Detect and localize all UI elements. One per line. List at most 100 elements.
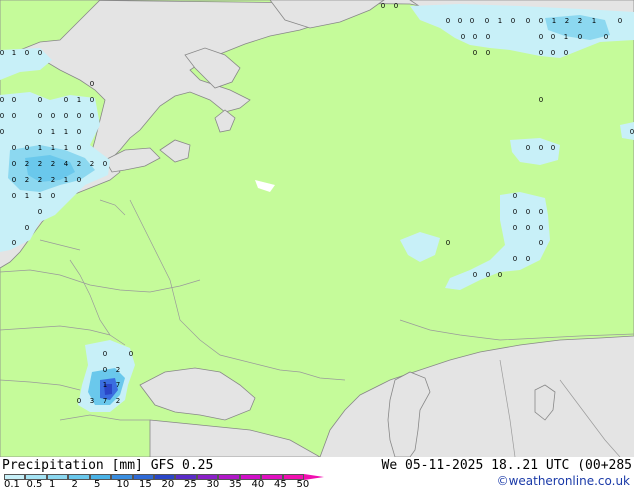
precip-value-label: 0 <box>526 144 530 152</box>
precip-value-label: 2 <box>565 17 569 25</box>
precip-value-label: 0 <box>446 17 450 25</box>
map-title: Precipitation [mm] GFS 0.25 <box>2 458 214 473</box>
credit-link[interactable]: ©weatheronline.co.uk <box>497 474 630 488</box>
precip-value-label: 0 <box>526 208 530 216</box>
precip-value-label: 1 <box>498 17 502 25</box>
precip-value-label: 2 <box>90 160 94 168</box>
legend-tick-label: 10 <box>116 479 130 490</box>
precip-value-label: 2 <box>38 160 42 168</box>
precip-value-label: 0 <box>77 397 81 405</box>
precip-value-label: 0 <box>64 112 68 120</box>
precip-value-label: 0 <box>539 239 543 247</box>
precip-value-label: 1 <box>77 96 81 104</box>
legend-tick-label: 2 <box>71 479 78 490</box>
precip-value-label: 0 <box>539 17 543 25</box>
precip-value-label: 2 <box>116 366 120 374</box>
precip-value-label: 2 <box>25 160 29 168</box>
precip-value-label: 0 <box>630 128 634 136</box>
precip-value-label: 0 <box>25 144 29 152</box>
footer-bar: Precipitation [mm] GFS 0.25 We 05-11-202… <box>0 457 634 490</box>
precip-value-label: 0 <box>38 96 42 104</box>
valid-datetime: We 05-11-2025 18..21 UTC (00+285 <box>381 458 632 473</box>
precip-value-label: 0 <box>103 160 107 168</box>
precip-value-label: 0 <box>38 112 42 120</box>
precip-value-label: 1 <box>552 17 556 25</box>
legend-tick-label: 0.1 <box>4 479 20 490</box>
legend-tick-label: 1 <box>49 479 56 490</box>
precip-value-label: 0 <box>470 17 474 25</box>
precip-value-label: 0 <box>486 271 490 279</box>
precip-value-label: 0 <box>12 144 16 152</box>
precip-value-label: 0 <box>25 224 29 232</box>
legend-tick-label: 35 <box>229 479 242 490</box>
precip-value-label: 0 <box>129 350 133 358</box>
precip-value-label: 0 <box>90 80 94 88</box>
precip-value-label: 0 <box>12 96 16 104</box>
precip-value-label: 2 <box>25 176 29 184</box>
precip-value-label: 1 <box>592 17 596 25</box>
precip-value-label: 0 <box>103 366 107 374</box>
precip-value-label: 2 <box>578 17 582 25</box>
precip-value-label: 0 <box>12 239 16 247</box>
legend-tick-label: 20 <box>161 479 175 490</box>
precip-value-label: 2 <box>116 397 120 405</box>
precip-value-label: 0 <box>473 49 477 57</box>
legend-tick-label: 50 <box>296 479 310 490</box>
legend-tick-label: 45 <box>274 479 287 490</box>
legend-tick-label: 30 <box>206 479 220 490</box>
precip-value-label: 7 <box>103 397 107 405</box>
precip-value-label: 1 <box>12 49 16 57</box>
precip-value-label: 0 <box>618 17 622 25</box>
precipitation-map: 0 0 0 0 0 0 1 0 0 0 1 2 2 1 0 0 0 0 0 0 1 0 0 0 0 0 0 0 0 1 0 0 0 0 0 0 0 1 0 0… <box>0 0 634 458</box>
legend-tick-label: 5 <box>94 479 101 490</box>
precip-value-label: 0 <box>51 112 55 120</box>
precip-value-label: 0 <box>498 271 502 279</box>
precip-value-label: 0 <box>77 112 81 120</box>
precip-value-label: 0 <box>0 96 4 104</box>
precip-value-label: 1 <box>51 144 55 152</box>
precip-value-label: 0 <box>25 49 29 57</box>
precip-value-label: 0 <box>539 33 543 41</box>
precip-value-label: 0 <box>12 192 16 200</box>
precip-value-label: 0 <box>526 17 530 25</box>
precip-value-label: 0 <box>513 255 517 263</box>
precip-value-label: 0 <box>458 17 462 25</box>
precip-value-label: 0 <box>539 49 543 57</box>
precip-value-label: 1 <box>64 144 68 152</box>
precip-value-label: 0 <box>513 208 517 216</box>
precip-value-label: 0 <box>473 271 477 279</box>
precip-value-label: 0 <box>394 2 398 10</box>
precip-value-label: 0 <box>12 160 16 168</box>
precip-value-label: 0 <box>77 176 81 184</box>
precip-value-label: 0 <box>551 33 555 41</box>
precip-value-label: 1 <box>64 128 68 136</box>
precip-value-label: 0 <box>77 128 81 136</box>
precip-value-label: 1 <box>564 33 568 41</box>
precip-value-label: 0 <box>513 192 517 200</box>
precip-value-label: 0 <box>539 208 543 216</box>
precip-value-label: 2 <box>51 176 55 184</box>
precip-value-label: 0 <box>604 33 608 41</box>
precip-value-label: 0 <box>90 96 94 104</box>
precip-value-label: 0 <box>103 350 107 358</box>
precip-value-label: 0 <box>513 224 517 232</box>
legend-tick-label: 40 <box>251 479 265 490</box>
precip-value-label: 1 <box>103 381 107 389</box>
precip-value-label: 0 <box>38 49 42 57</box>
precip-value-label: 0 <box>539 144 543 152</box>
precip-value-label: 0 <box>77 144 81 152</box>
precip-value-label: 0 <box>486 33 490 41</box>
legend-swatch <box>89 474 112 480</box>
precip-value-label: 0 <box>539 96 543 104</box>
precip-value-label: 1 <box>38 192 42 200</box>
precip-value-label: 0 <box>0 112 4 120</box>
precip-value-label: 4 <box>64 160 69 168</box>
precip-value-label: 0 <box>485 17 489 25</box>
precip-value-label: 0 <box>461 33 465 41</box>
precip-value-label: 0 <box>446 239 450 247</box>
precip-value-label: 2 <box>51 160 55 168</box>
precip-value-label: 0 <box>539 224 543 232</box>
precip-value-label: 1 <box>51 128 55 136</box>
precip-value-label: 0 <box>381 2 385 10</box>
precip-value-label: 0 <box>0 128 4 136</box>
